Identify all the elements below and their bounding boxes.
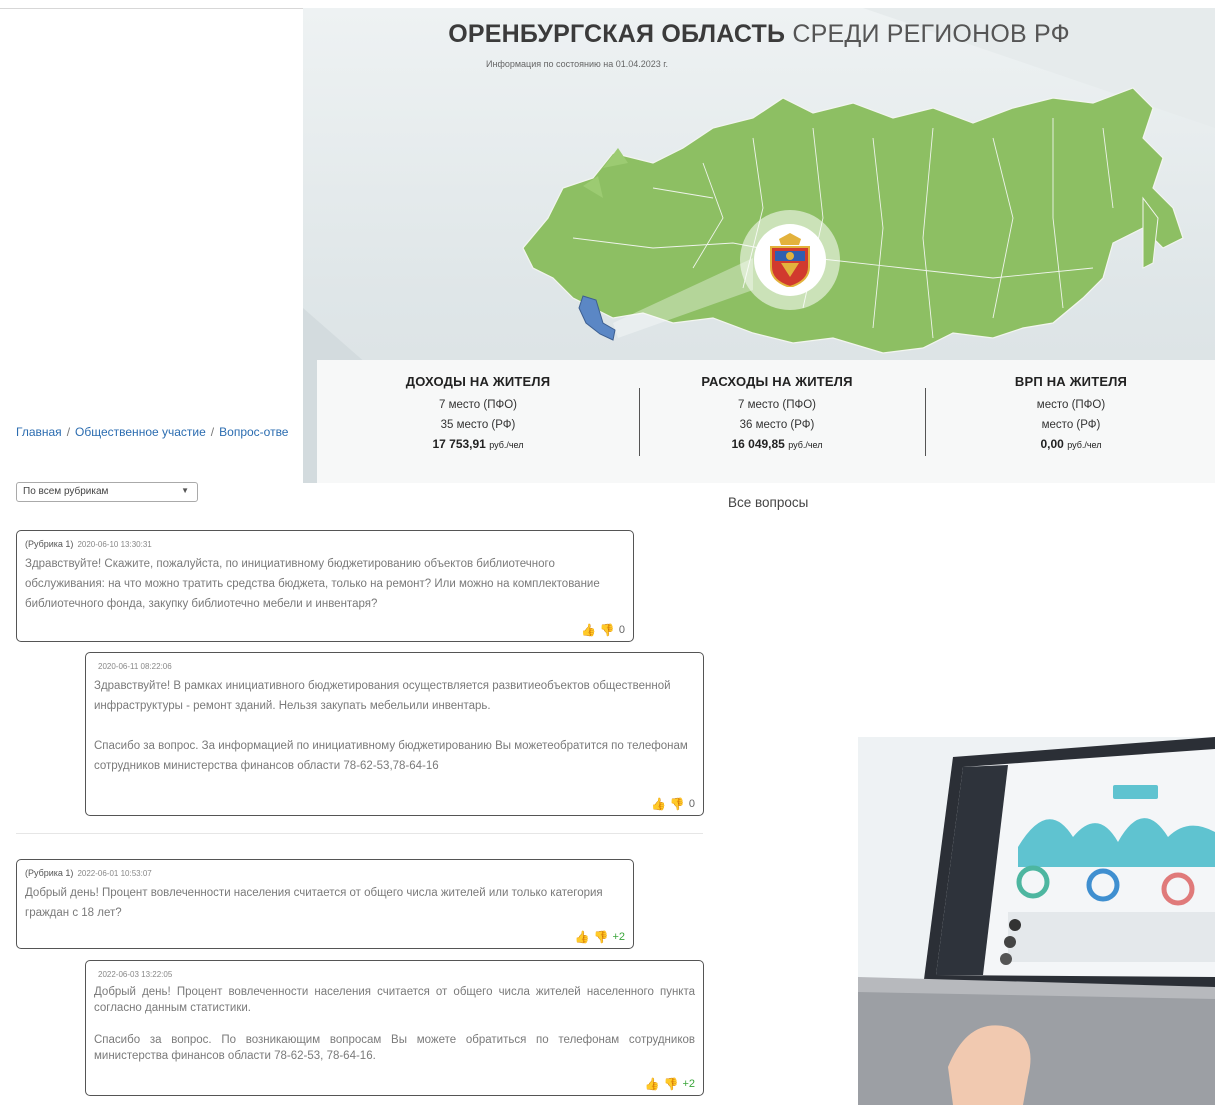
rubric-label: (Рубрика 1) bbox=[25, 868, 74, 878]
chevron-down-icon: ▼ bbox=[181, 486, 189, 495]
stat-grp-value: 0,00 руб./чел bbox=[1040, 437, 1102, 451]
answer-text: Здравствуйте! В рамках инициативного бюд… bbox=[94, 680, 671, 712]
answer-card: 2020-06-11 08:22:06 Здравствуйте! В рамк… bbox=[85, 652, 704, 816]
thumb-down-icon[interactable]: 👎 bbox=[594, 930, 609, 944]
thread-divider bbox=[16, 833, 703, 834]
stat-income-rank-rf: 35 место (РФ) bbox=[440, 419, 516, 431]
stat-expenses-rank-pfo: 7 место (ПФО) bbox=[738, 399, 816, 411]
answer-card: 2022-06-03 13:22:05 Добрый день! Процент… bbox=[85, 960, 704, 1096]
answer-meta: 2022-06-03 13:22:05 bbox=[94, 969, 695, 979]
question-meta: (Рубрика 1) 2022-06-01 10:53:07 bbox=[25, 868, 625, 878]
thumb-up-icon[interactable]: 👍 bbox=[575, 930, 590, 944]
stat-expenses-heading: РАСХОДЫ НА ЖИТЕЛЯ bbox=[701, 374, 853, 389]
emblem-circle bbox=[740, 210, 840, 310]
stats-panel: ДОХОДЫ НА ЖИТЕЛЯ 7 место (ПФО) 35 место … bbox=[317, 360, 1215, 483]
answer-date: 2020-06-11 08:22:06 bbox=[98, 662, 172, 671]
question-date: 2020-06-10 13:30:31 bbox=[77, 540, 152, 549]
rubric-label: (Рубрика 1) bbox=[25, 539, 74, 549]
stat-income: ДОХОДЫ НА ЖИТЕЛЯ 7 место (ПФО) 35 место … bbox=[328, 374, 628, 451]
thumb-down-icon[interactable]: 👎 bbox=[670, 797, 685, 811]
stat-income-value: 17 753,91 руб./чел bbox=[432, 437, 524, 451]
vote-controls: 👍 👎 +2 bbox=[645, 1077, 695, 1091]
stat-income-rank-pfo: 7 место (ПФО) bbox=[439, 399, 517, 411]
region-banner[interactable]: ОРЕНБУРГСКАЯ ОБЛАСТЬ СРЕДИ РЕГИОНОВ РФ И… bbox=[303, 8, 1215, 483]
coat-of-arms-icon bbox=[770, 233, 810, 287]
answer-meta: 2020-06-11 08:22:06 bbox=[94, 661, 695, 671]
answer-date: 2022-06-03 13:22:05 bbox=[98, 970, 173, 979]
breadcrumb-current-link[interactable]: Вопрос-отве bbox=[219, 425, 288, 439]
vote-controls: 👍 👎 0 bbox=[581, 623, 625, 637]
laptop-illustration bbox=[858, 737, 1215, 1105]
breadcrumb: Главная / Общественное участие / Вопрос-отве bbox=[16, 425, 289, 439]
question-text: Добрый день! Процент вовлеченности насел… bbox=[25, 887, 603, 919]
stat-grp: ВРП НА ЖИТЕЛЯ место (ПФО) место (РФ) 0,0… bbox=[921, 374, 1215, 451]
stat-expenses: РАСХОДЫ НА ЖИТЕЛЯ 7 место (ПФО) 36 место… bbox=[627, 374, 927, 451]
stat-grp-rank-pfo: место (ПФО) bbox=[1036, 399, 1106, 411]
vote-score: 0 bbox=[618, 624, 625, 636]
rubric-filter-select[interactable]: По всем рубрикам ▼ bbox=[16, 482, 198, 502]
stat-expenses-value: 16 049,85 руб./чел bbox=[731, 437, 823, 451]
stat-grp-rank-rf: место (РФ) bbox=[1041, 419, 1101, 431]
breadcrumb-home-link[interactable]: Главная bbox=[16, 425, 62, 439]
vote-controls: 👍 👎 0 bbox=[651, 797, 695, 811]
answer-text: Добрый день! Процент вовлеченности насел… bbox=[94, 986, 695, 1014]
stat-income-heading: ДОХОДЫ НА ЖИТЕЛЯ bbox=[405, 374, 551, 389]
question-meta: (Рубрика 1) 2020-06-10 13:30:31 bbox=[25, 539, 625, 549]
all-questions-link[interactable]: Все вопросы bbox=[728, 495, 808, 510]
top-divider bbox=[0, 8, 303, 9]
answer-text: Спасибо за вопрос. По возникающим вопрос… bbox=[94, 1034, 695, 1062]
answer-text: Спасибо за вопрос. За информацией по ини… bbox=[94, 740, 688, 772]
vote-controls: 👍 👎 +2 bbox=[575, 930, 625, 944]
russia-map-image bbox=[522, 87, 1184, 354]
question-card: (Рубрика 1) 2020-06-10 13:30:31 Здравству… bbox=[16, 530, 634, 642]
thumb-up-icon[interactable]: 👍 bbox=[581, 623, 596, 637]
stat-grp-heading: ВРП НА ЖИТЕЛЯ bbox=[1014, 374, 1128, 389]
thumb-down-icon[interactable]: 👎 bbox=[600, 623, 615, 637]
thumb-up-icon[interactable]: 👍 bbox=[651, 797, 666, 811]
question-card: (Рубрика 1) 2022-06-01 10:53:07 Добрый де… bbox=[16, 859, 634, 949]
question-text: Здравствуйте! Скажите, пожалуйста, по ин… bbox=[25, 558, 600, 610]
stat-expenses-rank-rf: 36 место (РФ) bbox=[739, 419, 815, 431]
breadcrumb-section-link[interactable]: Общественное участие bbox=[75, 425, 206, 439]
vote-score: +2 bbox=[682, 1078, 695, 1090]
thumb-down-icon[interactable]: 👎 bbox=[664, 1077, 679, 1091]
thumb-up-icon[interactable]: 👍 bbox=[645, 1077, 660, 1091]
banner-title: ОРЕНБУРГСКАЯ ОБЛАСТЬ СРЕДИ РЕГИОНОВ РФ bbox=[448, 20, 1070, 48]
question-date: 2022-06-01 10:53:07 bbox=[77, 869, 152, 878]
vote-score: +2 bbox=[612, 931, 625, 943]
rubric-filter-value: По всем рубрикам bbox=[23, 486, 109, 497]
vote-score: 0 bbox=[688, 798, 695, 810]
laptop-image bbox=[858, 737, 1215, 1105]
